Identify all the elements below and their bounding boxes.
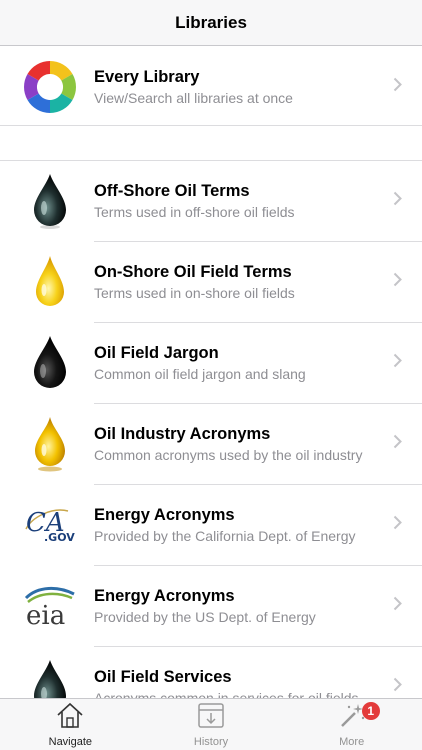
library-title: Oil Field Jargon [94,343,219,362]
library-subtitle: Provided by the California Dept. of Ener… [94,527,356,544]
dark-oil-drop-icon [20,171,80,231]
library-row-oil-field-jargon[interactable]: Oil Field Jargon Common oil field jargon… [0,322,422,403]
tab-more[interactable]: 1 More [281,699,422,750]
tab-label: Navigate [48,736,93,748]
chevron-right-icon [393,434,402,454]
library-title: Energy Acronyms [94,505,235,524]
library-row-off-shore-oil-terms[interactable]: Off-Shore Oil Terms Terms used in off-sh… [0,160,422,241]
section-separator [0,125,422,126]
library-title: Oil Industry Acronyms [94,424,271,443]
svg-text:.GOV: .GOV [44,531,75,544]
library-title: Off-Shore Oil Terms [94,181,250,200]
chevron-right-icon [393,515,402,535]
library-title: Every Library [94,67,200,86]
notification-badge: 1 [361,702,380,720]
chevron-right-icon [393,596,402,616]
library-subtitle: Terms used in on-shore oil fields [94,284,295,301]
dark-oil-drop-icon [20,657,80,699]
page-title: Libraries [175,12,247,32]
download-box-icon [196,701,226,734]
library-row-every-library[interactable]: Every Library View/Search all libraries … [0,46,422,127]
chevron-right-icon [393,272,402,292]
color-wheel-icon [20,57,80,117]
tab-label: History [193,736,229,748]
library-title: Energy Acronyms [94,586,235,605]
svg-text:eia: eia [26,601,65,628]
library-list[interactable]: Every Library View/Search all libraries … [0,46,422,699]
golden-oil-drop-icon [20,414,80,474]
chevron-right-icon [393,353,402,373]
tab-navigate[interactable]: Navigate [0,699,141,750]
tab-bar: Navigate History 1 More [0,698,422,750]
library-subtitle: Terms used in off-shore oil fields [94,203,295,220]
house-icon [55,701,85,734]
library-row-energy-acronyms-us[interactable]: eia Energy Acronyms Provided by the US D… [0,565,422,646]
library-row-energy-acronyms-california[interactable]: CA .GOV Energy Acronyms Provided by the … [0,484,422,565]
navigation-bar: Libraries [0,0,422,46]
library-row-on-shore-oil-field-terms[interactable]: On-Shore Oil Field Terms Terms used in o… [0,241,422,322]
library-title: On-Shore Oil Field Terms [94,262,292,281]
library-subtitle: Common oil field jargon and slang [94,365,306,382]
library-title: Oil Field Services [94,667,232,686]
library-row-oil-field-services[interactable]: Oil Field Services Acronyms common in se… [0,646,422,699]
tab-label: More [339,736,365,748]
eia-logo-icon: eia [20,576,80,636]
chevron-right-icon [393,677,402,697]
library-subtitle: View/Search all libraries at once [94,89,293,106]
black-oil-drop-icon [20,333,80,393]
library-row-oil-industry-acronyms[interactable]: Oil Industry Acronyms Common acronyms us… [0,403,422,484]
chevron-right-icon [393,77,402,97]
tab-history[interactable]: History [141,699,282,750]
library-subtitle: Common acronyms used by the oil industry [94,446,363,463]
chevron-right-icon [393,191,402,211]
library-subtitle: Provided by the US Dept. of Energy [94,608,316,625]
ca-gov-logo-icon: CA .GOV [20,495,80,555]
yellow-oil-drop-icon [20,252,80,312]
